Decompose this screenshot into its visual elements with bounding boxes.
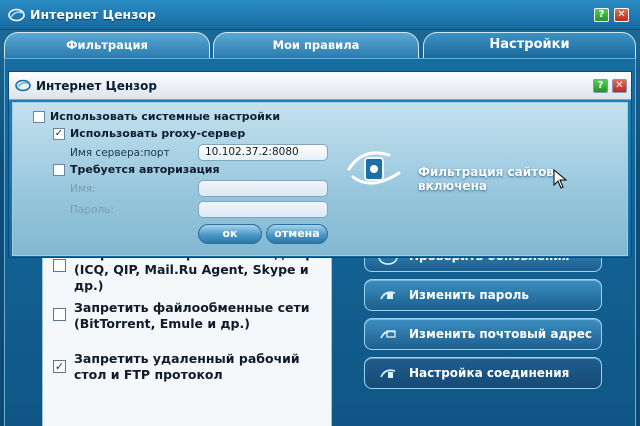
- remote-desktop-checkbox[interactable]: ✓: [53, 360, 66, 373]
- change-password-button[interactable]: Изменить пароль: [364, 279, 602, 311]
- system-settings-label: Использовать системные настройки: [50, 110, 281, 123]
- help-button[interactable]: ?: [594, 8, 609, 22]
- main-titlebar[interactable]: Интернет Цензор ? ✕: [0, 0, 640, 30]
- dialog-close-button[interactable]: ✕: [612, 79, 627, 93]
- auth-required-checkbox[interactable]: [53, 164, 65, 176]
- server-port-label: Имя сервера:порт: [70, 147, 170, 159]
- system-settings-checkbox[interactable]: [33, 111, 45, 123]
- tab-filtering[interactable]: Фильтрация: [4, 32, 210, 58]
- change-email-label: Изменить почтовый адрес: [409, 327, 593, 341]
- username-label: Имя:: [70, 183, 96, 195]
- username-input[interactable]: [198, 180, 328, 197]
- tab-my-rules[interactable]: Мои правила: [213, 32, 419, 58]
- mouse-cursor-icon: [553, 169, 567, 189]
- key-icon: [380, 291, 396, 300]
- change-email-button[interactable]: Изменить почтовый адрес: [364, 318, 602, 350]
- proxy-settings-dialog: Интернет Цензор ? ✕ Использовать системн…: [8, 71, 632, 258]
- connection-settings-button[interactable]: Настройка соединения: [364, 357, 602, 389]
- p2p-label: Запретить файлообменные сети (BitTorrent…: [74, 300, 310, 331]
- network-icon: [380, 369, 396, 378]
- tab-settings[interactable]: Настройки: [423, 32, 636, 59]
- use-proxy-label: Использовать proxy-сервер: [70, 127, 246, 140]
- mail-icon: [380, 330, 396, 339]
- dialog-titlebar[interactable]: Интернет Цензор ? ✕: [9, 72, 631, 100]
- password-input[interactable]: [198, 201, 328, 218]
- dialog-help-button[interactable]: ?: [593, 79, 608, 93]
- change-password-label: Изменить пароль: [409, 288, 529, 302]
- server-port-input[interactable]: 10.102.37.2:8080: [198, 144, 328, 161]
- close-button[interactable]: ✕: [614, 8, 629, 22]
- filter-status-text: Фильтрация сайтов включена: [418, 165, 554, 193]
- cancel-button[interactable]: отмена: [266, 224, 328, 244]
- ok-button[interactable]: ок: [198, 224, 262, 244]
- app-logo-icon: [8, 8, 25, 22]
- window-title: Интернет Цензор: [30, 7, 156, 22]
- p2p-checkbox[interactable]: [53, 308, 66, 321]
- dialog-logo-icon: [15, 79, 31, 92]
- use-proxy-checkbox[interactable]: ✓: [53, 128, 65, 140]
- connection-settings-label: Настройка соединения: [409, 366, 570, 380]
- messengers-checkbox[interactable]: [53, 259, 66, 272]
- dialog-body: Использовать системные настройки ✓ Испол…: [12, 102, 628, 256]
- password-label: Пароль:: [70, 204, 114, 216]
- shield-status-icon: [347, 151, 401, 185]
- auth-required-label: Требуется авторизация: [70, 163, 220, 176]
- remote-desktop-label: Запретить удаленный рабочий стол и FTP п…: [74, 351, 300, 382]
- dialog-title: Интернет Цензор: [36, 79, 157, 93]
- restrictions-panel: Запретить интернет мессенджеры (ICQ, QIP…: [42, 240, 332, 426]
